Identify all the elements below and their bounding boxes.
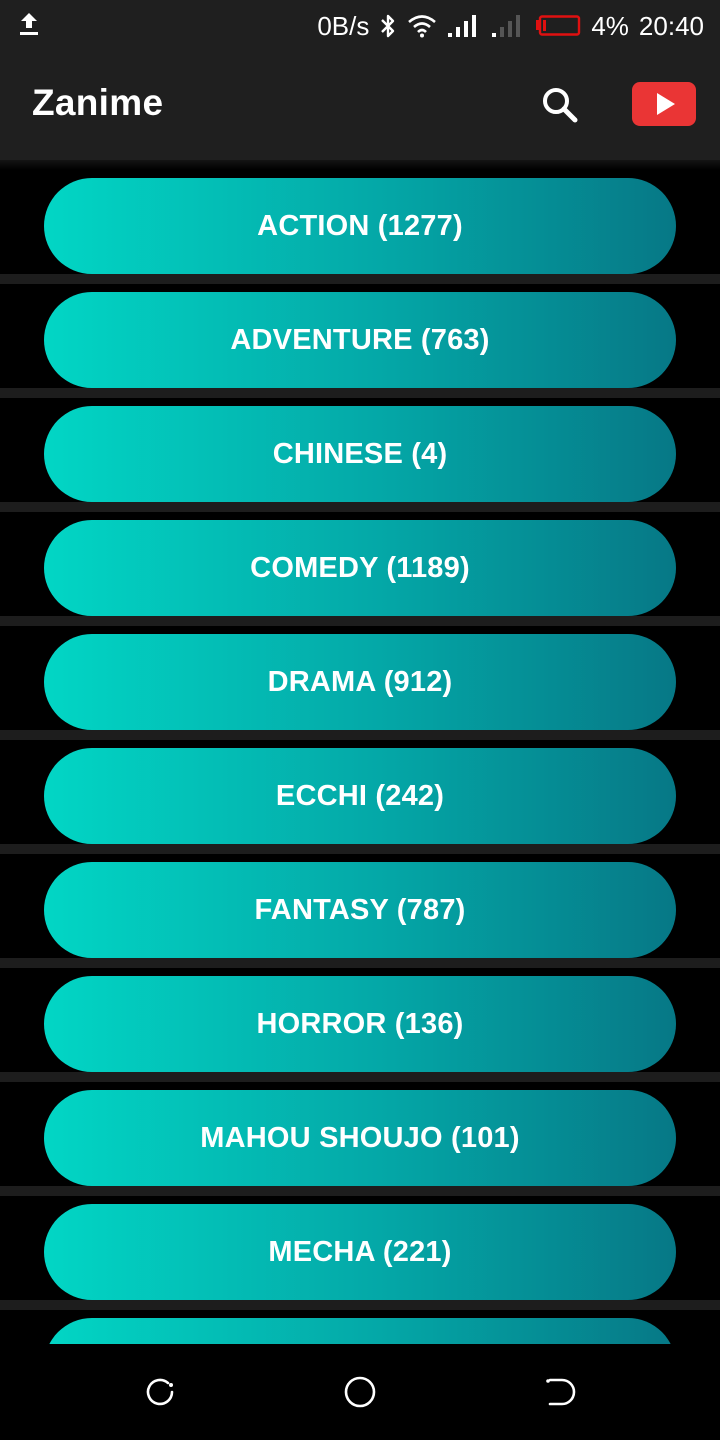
genre-button[interactable]	[44, 1318, 676, 1344]
genre-button[interactable]: ADVENTURE (763)	[44, 292, 676, 388]
genre-button[interactable]: HORROR (136)	[44, 976, 676, 1072]
divider	[0, 274, 720, 284]
home-icon[interactable]	[342, 1374, 378, 1410]
clock: 20:40	[638, 10, 704, 41]
screen: 0B/s 4% 20:40 Zanime ACTION (1277) ADVEN…	[0, 0, 720, 1440]
list-item: ECCHI (242)	[0, 740, 720, 854]
signal-icon	[448, 15, 477, 37]
list-item: COMEDY (1189)	[0, 512, 720, 626]
divider	[0, 1186, 720, 1196]
divider	[0, 502, 720, 512]
genre-button[interactable]: DRAMA (912)	[44, 634, 676, 730]
list-item: CHINESE (4)	[0, 398, 720, 512]
divider	[0, 1072, 720, 1082]
upload-icon	[20, 13, 38, 35]
wifi-icon	[408, 15, 437, 38]
app-bar-shadow	[0, 160, 720, 170]
genre-button[interactable]: MECHA (221)	[44, 1204, 676, 1300]
list-item: DRAMA (912)	[0, 626, 720, 740]
genre-list[interactable]: ACTION (1277) ADVENTURE (763) CHINESE (4…	[0, 170, 720, 1344]
list-item	[0, 1310, 720, 1344]
list-item: MECHA (221)	[0, 1196, 720, 1310]
status-bar: 0B/s 4% 20:40	[0, 0, 720, 52]
network-speed: 0B/s	[317, 10, 370, 41]
battery-low-icon	[536, 15, 581, 36]
genre-button[interactable]: FANTASY (787)	[44, 862, 676, 958]
divider	[0, 844, 720, 854]
divider	[0, 616, 720, 626]
genre-button[interactable]: ACTION (1277)	[44, 178, 676, 274]
list-item: HORROR (136)	[0, 968, 720, 1082]
divider	[0, 958, 720, 968]
list-item: ADVENTURE (763)	[0, 284, 720, 398]
status-indicators: 0B/s 4% 20:40	[317, 0, 704, 52]
list-item: MAHOU SHOUJO (101)	[0, 1082, 720, 1196]
battery-percent: 4%	[591, 10, 629, 41]
divider	[0, 730, 720, 740]
battery-indicator	[535, 15, 581, 37]
divider	[0, 388, 720, 398]
navigation-bar	[0, 1344, 720, 1440]
back-icon[interactable]	[542, 1374, 578, 1410]
bluetooth-icon	[381, 14, 395, 38]
list-item: ACTION (1277)	[0, 170, 720, 284]
app-title: Zanime	[32, 82, 164, 123]
signal-weak-icon	[492, 15, 521, 37]
youtube-play-icon	[657, 93, 675, 115]
divider	[0, 1300, 720, 1310]
list-item: FANTASY (787)	[0, 854, 720, 968]
genre-button[interactable]: MAHOU SHOUJO (101)	[44, 1090, 676, 1186]
recent-apps-icon[interactable]	[142, 1374, 178, 1410]
app-bar: Zanime	[0, 52, 720, 160]
search-icon[interactable]	[536, 82, 584, 130]
youtube-button[interactable]	[632, 82, 696, 126]
genre-button[interactable]: ECCHI (242)	[44, 748, 676, 844]
genre-button[interactable]: CHINESE (4)	[44, 406, 676, 502]
genre-button[interactable]: COMEDY (1189)	[44, 520, 676, 616]
